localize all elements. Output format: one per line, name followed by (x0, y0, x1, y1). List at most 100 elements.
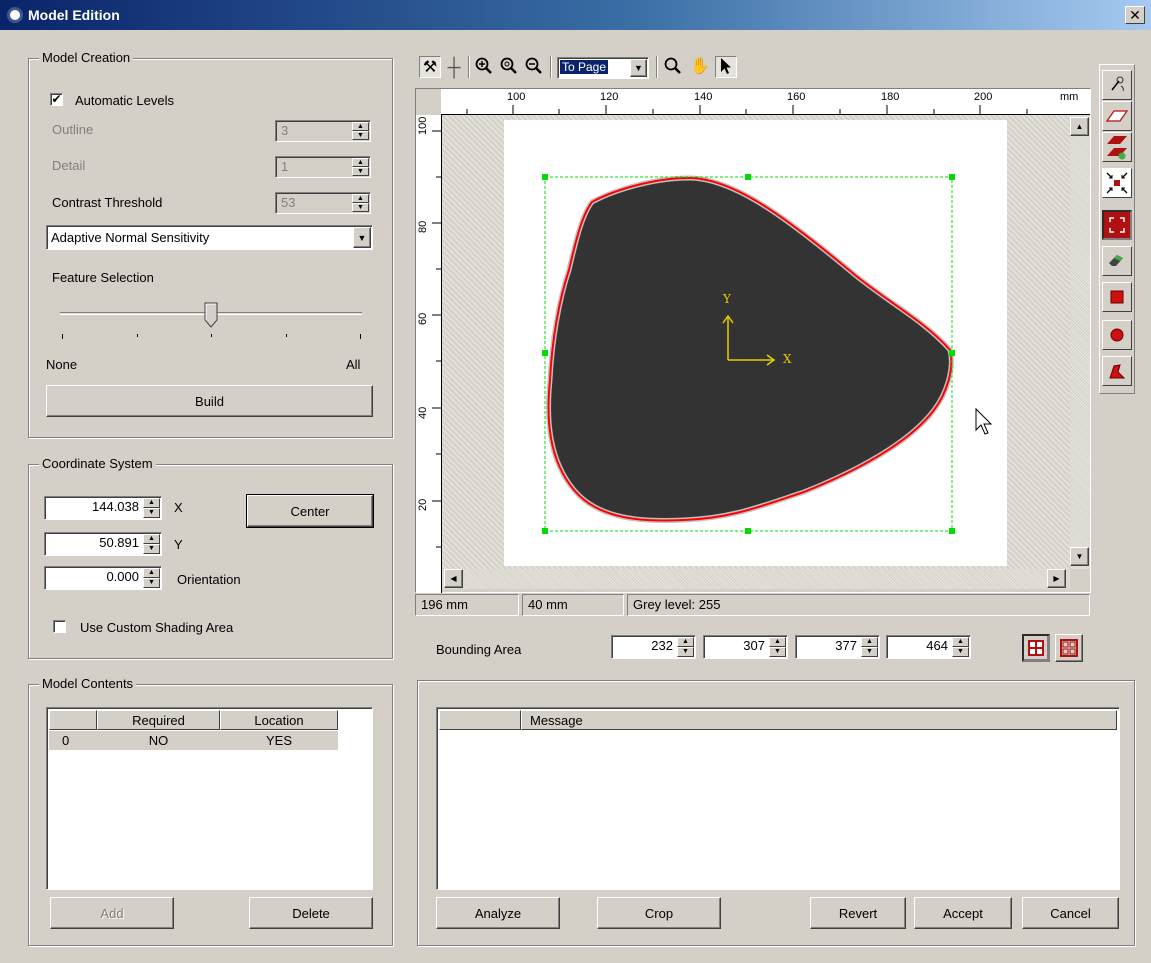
column-header-message[interactable]: Message (521, 710, 1117, 730)
axis-y-label: Y (723, 292, 731, 306)
expand-selection-icon[interactable] (1102, 210, 1132, 240)
plane-layers-icon[interactable] (1102, 132, 1132, 162)
contrast-threshold-spinner[interactable]: 53 ▲ ▼ (275, 192, 371, 214)
chevron-down-icon[interactable]: ▼ (630, 59, 647, 77)
coordinate-system-legend: Coordinate System (39, 456, 156, 471)
pointer-arrow-icon[interactable] (715, 56, 737, 78)
tools-icon[interactable]: ⚒ (419, 56, 441, 78)
horizontal-ruler: 100 120 140 160 180 200 mm (441, 89, 1090, 115)
add-button[interactable]: Add (50, 897, 174, 929)
automatic-levels-checkbox[interactable]: ✔ (50, 93, 63, 106)
scroll-right-button[interactable]: ▶ (1047, 569, 1066, 588)
pan-hand-icon[interactable]: ✋ (689, 56, 711, 78)
feature-slider-thumb[interactable] (204, 302, 218, 328)
slider-tick (286, 334, 287, 337)
bounding-spin-buttons[interactable]: ▲ ▼ (677, 637, 694, 657)
detail-spin-buttons[interactable]: ▲ ▼ (352, 158, 369, 176)
cancel-button[interactable]: Cancel (1022, 897, 1119, 929)
window-title: Model Edition (28, 7, 120, 23)
row-location: YES (265, 733, 292, 748)
grid-nine-icon[interactable] (1055, 634, 1083, 662)
polygon-tool-icon[interactable] (1102, 356, 1132, 386)
ruler-unit-label: mm (1060, 91, 1079, 103)
zoom-level-select[interactable]: To Page ▼ (557, 57, 649, 79)
feature-selection-label: Feature Selection (52, 270, 154, 285)
magic-wand-icon[interactable] (1102, 70, 1132, 100)
accept-button[interactable]: Accept (914, 897, 1012, 929)
table-row[interactable]: 0 NO YES (49, 731, 338, 750)
bounding-area-spinner-2[interactable]: 307 ▲ ▼ (703, 635, 788, 659)
model-creation-legend: Model Creation (39, 50, 134, 65)
x-label: X (174, 500, 183, 515)
bounding-area-spinner-3[interactable]: 377 ▲ ▼ (795, 635, 880, 659)
close-button[interactable]: ✕ (1125, 6, 1145, 24)
status-y-text: 40 mm (528, 597, 568, 612)
bounding-spin-buttons[interactable]: ▲ ▼ (861, 637, 878, 657)
y-label: Y (174, 537, 183, 552)
build-button[interactable]: Build (46, 385, 373, 417)
ruler-h-label: 120 (600, 91, 619, 103)
crop-button[interactable]: Crop (597, 897, 721, 929)
model-image[interactable]: X Y (504, 120, 1007, 566)
column-header-blank[interactable] (439, 710, 521, 730)
orientation-spinner[interactable]: 0.000 ▲ ▼ (44, 566, 162, 590)
zoom-out-icon[interactable] (523, 56, 545, 78)
revert-button[interactable]: Revert (810, 897, 906, 929)
eraser-icon[interactable] (1102, 246, 1132, 276)
bounding-area-spinner-1[interactable]: 232 ▲ ▼ (611, 635, 696, 659)
sensitivity-select[interactable]: Adaptive Normal Sensitivity ▼ (46, 225, 373, 250)
y-spin-buttons[interactable]: ▲ ▼ (143, 534, 160, 554)
zoom-fit-icon[interactable] (498, 56, 520, 78)
plane-outline-icon[interactable] (1102, 101, 1132, 131)
message-list[interactable]: Message (436, 707, 1120, 890)
delete-button[interactable]: Delete (249, 897, 373, 929)
automatic-levels-label: Automatic Levels (75, 93, 174, 108)
column-header-index[interactable] (49, 710, 97, 730)
bounding-area-value: 307 (743, 638, 765, 653)
contrast-spin-buttons[interactable]: ▲ ▼ (352, 194, 369, 212)
ruler-v-label: 40 (417, 406, 429, 419)
x-spinner[interactable]: 144.038 ▲ ▼ (44, 496, 162, 520)
bounding-area-value: 464 (926, 638, 948, 653)
bounding-area-value: 232 (651, 638, 673, 653)
crosshair-icon[interactable]: ┼ (443, 56, 465, 78)
bounding-area-spinner-4[interactable]: 464 ▲ ▼ (886, 635, 971, 659)
scroll-up-button[interactable]: ▲ (1070, 117, 1089, 136)
circle-tool-icon[interactable] (1102, 320, 1132, 350)
center-button[interactable]: Center (246, 494, 374, 528)
column-header-required[interactable]: Required (97, 710, 220, 730)
analyze-button[interactable]: Analyze (436, 897, 560, 929)
scroll-down-button[interactable]: ▼ (1070, 547, 1089, 566)
bounding-spin-buttons[interactable]: ▲ ▼ (952, 637, 969, 657)
magnifier-icon[interactable] (662, 56, 684, 78)
slider-min-label: None (46, 357, 78, 372)
horizontal-scrollbar[interactable]: ◀ ▶ (442, 569, 1070, 589)
ruler-h-label: 180 (881, 91, 900, 103)
orientation-spin-buttons[interactable]: ▲ ▼ (143, 568, 160, 588)
model-contents-list[interactable]: Required Location 0 NO YES (46, 707, 373, 890)
custom-shading-checkbox[interactable] (53, 620, 66, 633)
column-header-location[interactable]: Location (220, 710, 338, 730)
x-spin-buttons[interactable]: ▲ ▼ (143, 498, 160, 518)
detail-value: 1 (281, 159, 289, 174)
y-value: 50.891 (99, 535, 139, 550)
outline-spinner[interactable]: 3 ▲ ▼ (275, 120, 371, 142)
zoom-level-selected: To Page (558, 59, 610, 75)
scroll-left-button[interactable]: ◀ (444, 569, 463, 588)
outline-spin-buttons[interactable]: ▲ ▼ (352, 122, 369, 140)
zoom-in-icon[interactable] (473, 56, 495, 78)
fit-selection-icon[interactable] (1102, 168, 1132, 198)
vertical-ruler: 100 80 60 40 20 (416, 115, 442, 593)
bounding-spin-buttons[interactable]: ▲ ▼ (769, 637, 786, 657)
grid-four-icon[interactable] (1022, 634, 1050, 662)
vertical-scrollbar[interactable]: ▲ ▼ (1070, 115, 1090, 569)
y-spinner[interactable]: 50.891 ▲ ▼ (44, 532, 162, 556)
status-grey-text: Grey level: 255 (633, 597, 721, 612)
slider-tick (137, 334, 138, 337)
detail-spinner[interactable]: 1 ▲ ▼ (275, 156, 371, 178)
outline-label: Outline (52, 122, 94, 137)
bounding-area-label: Bounding Area (436, 642, 522, 657)
chevron-down-icon[interactable]: ▼ (353, 227, 371, 248)
title-bar[interactable]: Model Edition ✕ (0, 0, 1151, 30)
rectangle-tool-icon[interactable] (1102, 282, 1132, 312)
